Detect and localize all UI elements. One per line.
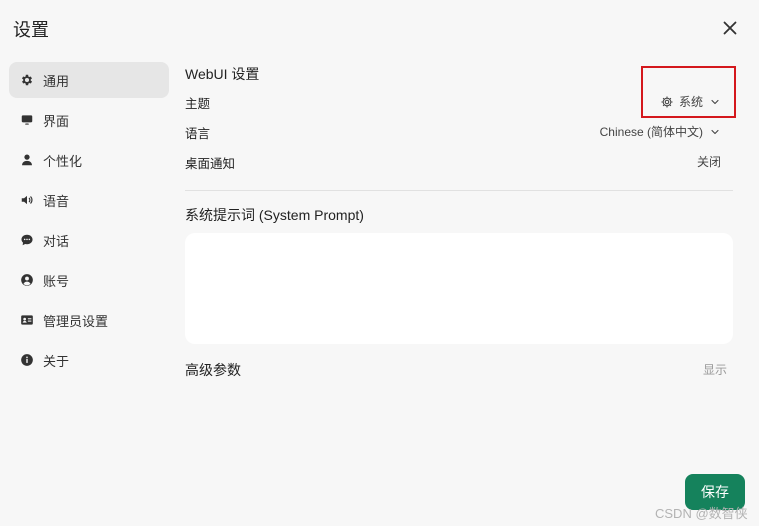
notification-label: 桌面通知 xyxy=(185,157,236,171)
system-prompt-textarea[interactable] xyxy=(185,233,733,344)
account-icon xyxy=(20,273,34,287)
gear-icon xyxy=(20,73,34,87)
settings-dialog: 设置 通用 界面 个性化 语音 对话 账号 管理员设置 关于 WebUI 设置 … xyxy=(0,0,759,526)
sidebar-item-label: 个性化 xyxy=(43,153,83,169)
sidebar-item-label: 对话 xyxy=(43,233,70,249)
chat-icon xyxy=(20,233,34,247)
highlight-box xyxy=(641,66,736,118)
sidebar-item-interface[interactable]: 界面 xyxy=(9,102,169,138)
sidebar-item-account[interactable]: 账号 xyxy=(9,262,169,298)
sidebar-item-label: 语音 xyxy=(43,193,70,209)
sidebar-item-general[interactable]: 通用 xyxy=(9,62,169,98)
notification-row: 桌面通知 关闭 xyxy=(185,145,733,175)
speaker-icon xyxy=(20,193,34,207)
advanced-params-toggle[interactable]: 显示 xyxy=(703,361,727,378)
language-row: 语言 Chinese (简体中文) xyxy=(185,115,733,145)
sidebar-item-about[interactable]: 关于 xyxy=(9,342,169,378)
sidebar-item-label: 通用 xyxy=(43,73,70,89)
advanced-params-label: 高级参数 xyxy=(185,362,241,378)
sidebar-item-admin-settings[interactable]: 管理员设置 xyxy=(9,302,169,338)
watermark: CSDN @数智侠 xyxy=(655,506,748,521)
sidebar-item-audio[interactable]: 语音 xyxy=(9,182,169,218)
language-value: Chinese (简体中文) xyxy=(599,125,703,139)
language-select[interactable]: Chinese (简体中文) xyxy=(600,123,721,140)
user-icon xyxy=(20,153,34,167)
monitor-icon xyxy=(20,113,34,127)
sidebar-item-label: 管理员设置 xyxy=(43,313,109,329)
sidebar-item-chats[interactable]: 对话 xyxy=(9,222,169,258)
chevron-down-icon xyxy=(709,126,721,138)
advanced-params-row: 高级参数 显示 xyxy=(185,359,733,379)
notification-toggle[interactable]: 关闭 xyxy=(697,153,721,170)
settings-sidebar: 通用 界面 个性化 语音 对话 账号 管理员设置 关于 xyxy=(9,62,169,382)
language-label: 语言 xyxy=(185,127,211,141)
dialog-title: 设置 xyxy=(13,20,49,40)
sidebar-item-personalization[interactable]: 个性化 xyxy=(9,142,169,178)
sidebar-item-label: 界面 xyxy=(43,113,70,129)
id-card-icon xyxy=(20,313,34,327)
sidebar-item-label: 账号 xyxy=(43,273,70,289)
system-prompt-label: 系统提示词 (System Prompt) xyxy=(185,207,364,223)
theme-label: 主题 xyxy=(185,97,211,111)
info-icon xyxy=(20,353,34,367)
close-icon[interactable] xyxy=(719,17,741,39)
sidebar-item-label: 关于 xyxy=(43,353,70,369)
divider xyxy=(185,190,733,191)
